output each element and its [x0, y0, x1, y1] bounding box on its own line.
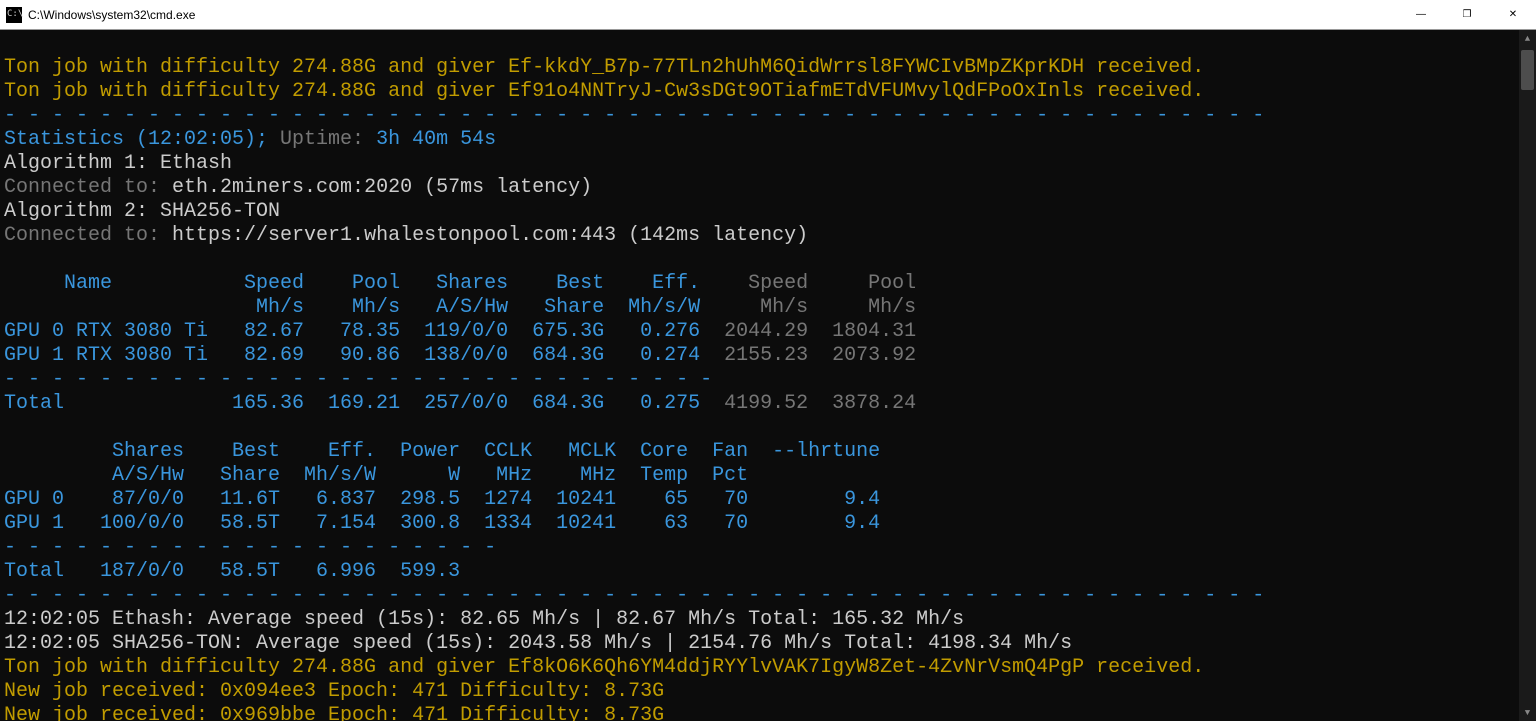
- avg-speed-line: 12:02:05 Ethash: Average speed (15s): 82…: [4, 608, 964, 631]
- maximize-button[interactable]: ❐: [1444, 0, 1490, 30]
- latency: (142ms latency): [616, 224, 808, 247]
- latency: (57ms latency): [412, 176, 592, 199]
- minimize-button[interactable]: —: [1398, 0, 1444, 30]
- separator: - - - - - - - - - - - - - - - - - - - - …: [4, 368, 712, 391]
- table-header-alt: Speed Pool: [700, 272, 916, 295]
- cmd-window: C:\Windows\system32\cmd.exe — ❐ ✕ Ton jo…: [0, 0, 1536, 721]
- table-header: Shares Best Eff. Power CCLK MCLK Core Fa…: [4, 440, 880, 463]
- connected-label: Connected to:: [4, 176, 172, 199]
- table-header: A/S/Hw Share Mh/s/W W MHz MHz Temp Pct: [4, 464, 748, 487]
- log-line: Ton job with difficulty 274.88G and give…: [4, 80, 1204, 103]
- table-row: GPU 0 87/0/0 11.6T 6.837 298.5 1274 1024…: [4, 488, 880, 511]
- table-row: GPU 1 100/0/0 58.5T 7.154 300.8 1334 102…: [4, 512, 880, 535]
- table-total: Total 165.36 169.21 257/0/0 684.3G 0.275: [4, 392, 700, 415]
- algo-line: Algorithm 2: SHA256-TON: [4, 200, 280, 223]
- connected-label: Connected to:: [4, 224, 172, 247]
- log-line: Ton job with difficulty 274.88G and give…: [4, 656, 1204, 679]
- table-total: Total 187/0/0 58.5T 6.996 599.3: [4, 560, 460, 583]
- table-header: Mh/s Mh/s A/S/Hw Share Mh/s/W: [4, 296, 700, 319]
- separator: - - - - - - - - - - - - - - - - - - - - …: [4, 104, 1276, 127]
- log-line: New job received: 0x094ee3 Epoch: 471 Di…: [4, 680, 664, 703]
- uptime-label: Uptime:: [280, 128, 376, 151]
- scrollbar[interactable]: ▲ ▼: [1519, 30, 1536, 721]
- scroll-down-icon[interactable]: ▼: [1519, 704, 1536, 721]
- cmd-icon: [6, 7, 22, 23]
- stats-label: Statistics (12:02:05);: [4, 128, 280, 151]
- close-button[interactable]: ✕: [1490, 0, 1536, 30]
- pool-url: https://server1.whalestonpool.com:443: [172, 224, 616, 247]
- table-row-alt: 2044.29 1804.31: [700, 320, 916, 343]
- table-row-alt: 2155.23 2073.92: [700, 344, 916, 367]
- table-header-alt: Mh/s Mh/s: [700, 296, 916, 319]
- table-total-alt: 4199.52 3878.24: [700, 392, 916, 415]
- algo-line: Algorithm 1: Ethash: [4, 152, 232, 175]
- separator: - - - - - - - - - - - - - - - - - - - - …: [4, 584, 1276, 607]
- separator: - - - - - - - - - - - - - - - - - - - - …: [4, 536, 496, 559]
- uptime-value: 3h 40m 54s: [376, 128, 496, 151]
- log-line: Ton job with difficulty 274.88G and give…: [4, 56, 1204, 79]
- avg-speed-line: 12:02:05 SHA256-TON: Average speed (15s)…: [4, 632, 1072, 655]
- scroll-up-icon[interactable]: ▲: [1519, 30, 1536, 47]
- pool-url: eth.2miners.com:2020: [172, 176, 412, 199]
- scroll-thumb[interactable]: [1521, 50, 1534, 90]
- log-line: New job received: 0x969bbe Epoch: 471 Di…: [4, 704, 664, 721]
- table-row: GPU 1 RTX 3080 Ti 82.69 90.86 138/0/0 68…: [4, 344, 700, 367]
- window-title: C:\Windows\system32\cmd.exe: [28, 8, 195, 22]
- table-header: Name Speed Pool Shares Best Eff.: [4, 272, 700, 295]
- console-output[interactable]: Ton job with difficulty 274.88G and give…: [0, 30, 1536, 721]
- titlebar[interactable]: C:\Windows\system32\cmd.exe — ❐ ✕: [0, 0, 1536, 30]
- table-row: GPU 0 RTX 3080 Ti 82.67 78.35 119/0/0 67…: [4, 320, 700, 343]
